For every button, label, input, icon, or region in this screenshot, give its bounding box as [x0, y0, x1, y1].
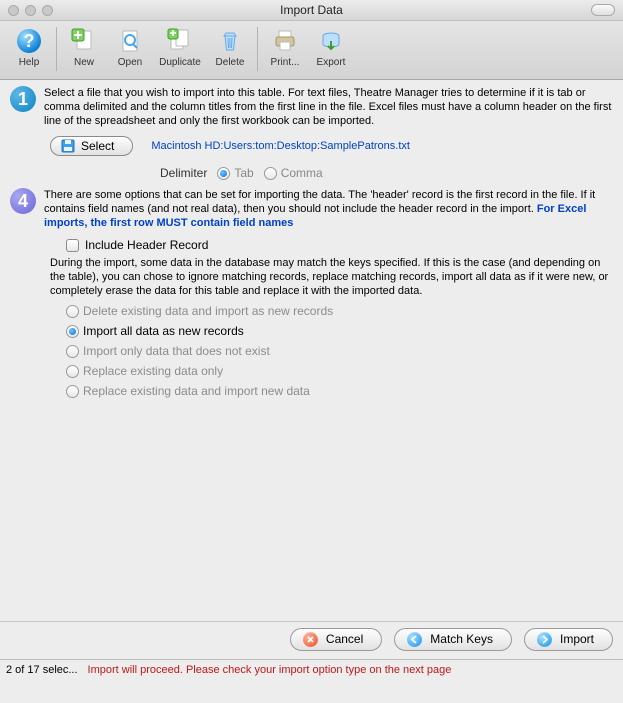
step-4-text: There are some options that can be set f… — [44, 188, 613, 230]
toolbar-label: Duplicate — [159, 57, 201, 68]
duplicate-icon — [164, 25, 196, 57]
delimiter-label: Delimiter — [160, 166, 207, 180]
help-button[interactable]: ? Help — [6, 25, 52, 68]
import-mode-options: Delete existing data and import as new r… — [66, 304, 613, 398]
toolbar-label: Help — [19, 57, 40, 68]
radio-label: Replace existing data and import new dat… — [83, 384, 310, 398]
step-badge-4: 4 — [10, 188, 36, 214]
status-bar: 2 of 17 selec... Import will proceed. Pl… — [0, 659, 623, 680]
duplicate-button[interactable]: Duplicate — [153, 25, 207, 68]
import-mode-replace-and-import[interactable]: Replace existing data and import new dat… — [66, 384, 613, 398]
export-button[interactable]: Export — [308, 25, 354, 68]
toolbar-label: Export — [317, 57, 346, 68]
toolbar-toggle-pill[interactable] — [591, 4, 615, 16]
include-header-label: Include Header Record — [85, 238, 208, 252]
help-icon: ? — [13, 25, 45, 57]
delimiter-tab-radio[interactable]: Tab — [217, 166, 253, 180]
selected-file-path: Macintosh HD:Users:tom:Desktop:SamplePat… — [151, 140, 410, 152]
radio-label: Tab — [234, 166, 253, 180]
button-label: Cancel — [326, 632, 363, 646]
radio-icon — [66, 385, 79, 398]
delete-icon — [214, 25, 246, 57]
window-title: Import Data — [0, 3, 623, 17]
radio-label: Import only data that does not exist — [83, 344, 270, 358]
print-button[interactable]: Print... — [262, 25, 308, 68]
step-1-text: Select a file that you wish to import in… — [44, 86, 613, 128]
select-button-label: Select — [81, 139, 114, 153]
toolbar-separator — [257, 27, 258, 71]
radio-icon — [264, 167, 277, 180]
status-selection-count: 2 of 17 selec... — [6, 664, 78, 676]
include-header-row: Include Header Record — [66, 238, 613, 252]
step-4-row: 4 There are some options that can be set… — [10, 188, 613, 230]
radio-label: Replace existing data only — [83, 364, 223, 378]
export-icon — [315, 25, 347, 57]
import-mode-import-all-new[interactable]: Import all data as new records — [66, 324, 613, 338]
toolbar-label: Delete — [216, 57, 245, 68]
title-bar: Import Data — [0, 0, 623, 21]
print-icon — [269, 25, 301, 57]
delimiter-comma-radio[interactable]: Comma — [264, 166, 323, 180]
new-icon — [68, 25, 100, 57]
import-mode-replace-only[interactable]: Replace existing data only — [66, 364, 613, 378]
dialog-body: 1 Select a file that you wish to import … — [0, 80, 623, 680]
forward-arrow-icon — [537, 632, 552, 647]
radio-icon — [217, 167, 230, 180]
step-4-text-main: There are some options that can be set f… — [44, 189, 595, 215]
select-file-button[interactable]: Select — [50, 136, 133, 156]
dialog-button-bar: Cancel Match Keys Import — [0, 622, 623, 656]
select-file-row: Select Macintosh HD:Users:tom:Desktop:Sa… — [50, 136, 613, 156]
import-button[interactable]: Import — [524, 628, 613, 651]
open-button[interactable]: Open — [107, 25, 153, 68]
radio-label: Delete existing data and import as new r… — [83, 304, 333, 318]
svg-text:?: ? — [24, 31, 35, 51]
delete-button[interactable]: Delete — [207, 25, 253, 68]
disk-icon — [61, 139, 75, 153]
cancel-icon — [303, 632, 318, 647]
radio-icon — [66, 345, 79, 358]
match-keys-button[interactable]: Match Keys — [394, 628, 512, 651]
include-header-checkbox[interactable] — [66, 239, 79, 252]
back-arrow-icon — [407, 632, 422, 647]
button-label: Match Keys — [430, 632, 493, 646]
import-mode-import-not-exist[interactable]: Import only data that does not exist — [66, 344, 613, 358]
radio-icon — [66, 305, 79, 318]
toolbar-label: Open — [118, 57, 142, 68]
status-message: Import will proceed. Please check your i… — [88, 664, 452, 676]
delimiter-row: Delimiter Tab Comma — [10, 166, 613, 180]
import-mode-delete-existing[interactable]: Delete existing data and import as new r… — [66, 304, 613, 318]
step-badge-1: 1 — [10, 86, 36, 112]
toolbar-label: New — [74, 57, 94, 68]
radio-label: Import all data as new records — [83, 324, 244, 338]
toolbar-label: Print... — [271, 57, 300, 68]
new-button[interactable]: New — [61, 25, 107, 68]
radio-icon — [66, 365, 79, 378]
step-4-text2: During the import, some data in the data… — [50, 256, 613, 298]
radio-icon — [66, 325, 79, 338]
button-label: Import — [560, 632, 594, 646]
radio-label: Comma — [281, 166, 323, 180]
toolbar: ? Help New Open — [0, 21, 623, 80]
cancel-button[interactable]: Cancel — [290, 628, 382, 651]
step-1-row: 1 Select a file that you wish to import … — [10, 86, 613, 128]
toolbar-separator — [56, 27, 57, 71]
open-icon — [114, 25, 146, 57]
